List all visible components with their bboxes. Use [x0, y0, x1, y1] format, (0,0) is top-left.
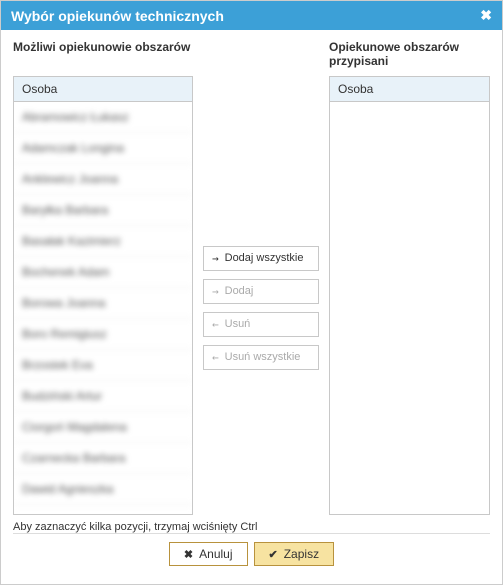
add-button[interactable]: → Dodaj [203, 279, 319, 304]
list-item[interactable]: Bochenek Adam [14, 257, 192, 288]
add-all-label: Dodaj wszystkie [225, 252, 304, 264]
assigned-title: Opiekunowe obszarów przypisani [329, 40, 490, 70]
list-item[interactable]: Basałak Kazimierz [14, 226, 192, 257]
add-all-button[interactable]: → Dodaj wszystkie [203, 246, 319, 271]
list-item[interactable]: Borowa Joanna [14, 288, 192, 319]
cancel-label: Anuluj [199, 547, 232, 561]
remove-all-button[interactable]: ← Usuń wszystkie [203, 345, 319, 370]
titlebar: Wybór opiekunów technicznych ✖ [1, 1, 502, 30]
list-item[interactable]: Brzostek Eva [14, 350, 192, 381]
available-list-header: Osoba [14, 77, 192, 102]
dialog-body: Możliwi opiekunowie obszarów Osoba Abram… [1, 30, 502, 584]
remove-label: Usuń [225, 318, 251, 330]
list-item[interactable]: Ciorgoń Magdalena [14, 412, 192, 443]
remove-button[interactable]: ← Usuń [203, 312, 319, 337]
list-item[interactable]: Baryłka Barbara [14, 195, 192, 226]
save-label: Zapisz [284, 547, 319, 561]
arrow-left-icon: ← [212, 351, 219, 364]
list-item[interactable]: Anklewicz Joanna [14, 164, 192, 195]
list-item[interactable]: Abramowicz Łukasz [14, 102, 192, 133]
footer: ✖ Anuluj ✔ Zapisz [13, 533, 490, 576]
add-label: Dodaj [225, 285, 254, 297]
assigned-list[interactable]: Osoba [329, 76, 490, 515]
transfer-buttons: → Dodaj wszystkie → Dodaj ← Usuń ← Usuń … [203, 40, 319, 515]
arrow-left-icon: ← [212, 318, 219, 331]
cancel-button[interactable]: ✖ Anuluj [169, 542, 248, 566]
dialog: Wybór opiekunów technicznych ✖ Możliwi o… [0, 0, 503, 585]
assigned-column: Opiekunowe obszarów przypisani Osoba [329, 40, 490, 515]
check-icon: ✔ [269, 548, 278, 561]
list-item[interactable]: Boro Remigiusz [14, 319, 192, 350]
remove-all-label: Usuń wszystkie [225, 351, 301, 363]
arrow-right-icon: → [212, 252, 219, 265]
close-icon: ✖ [184, 548, 193, 561]
available-column: Możliwi opiekunowie obszarów Osoba Abram… [13, 40, 193, 515]
available-list[interactable]: Osoba Abramowicz ŁukaszAdamczak LonginaA… [13, 76, 193, 515]
multiselect-hint: Aby zaznaczyć kilka pozycji, trzymaj wci… [13, 521, 490, 533]
list-item[interactable]: Dawid Agnieszka [14, 474, 192, 505]
dialog-title: Wybór opiekunów technicznych [11, 8, 224, 24]
list-item[interactable]: Budziński Artur [14, 381, 192, 412]
list-item[interactable]: Czarnecka Barbara [14, 443, 192, 474]
list-item[interactable]: Adamczak Longina [14, 133, 192, 164]
assigned-list-header: Osoba [330, 77, 489, 102]
available-title: Możliwi opiekunowie obszarów [13, 40, 193, 70]
columns: Możliwi opiekunowie obszarów Osoba Abram… [13, 40, 490, 515]
close-icon[interactable]: ✖ [480, 7, 492, 24]
arrow-right-icon: → [212, 285, 219, 298]
save-button[interactable]: ✔ Zapisz [254, 542, 335, 566]
